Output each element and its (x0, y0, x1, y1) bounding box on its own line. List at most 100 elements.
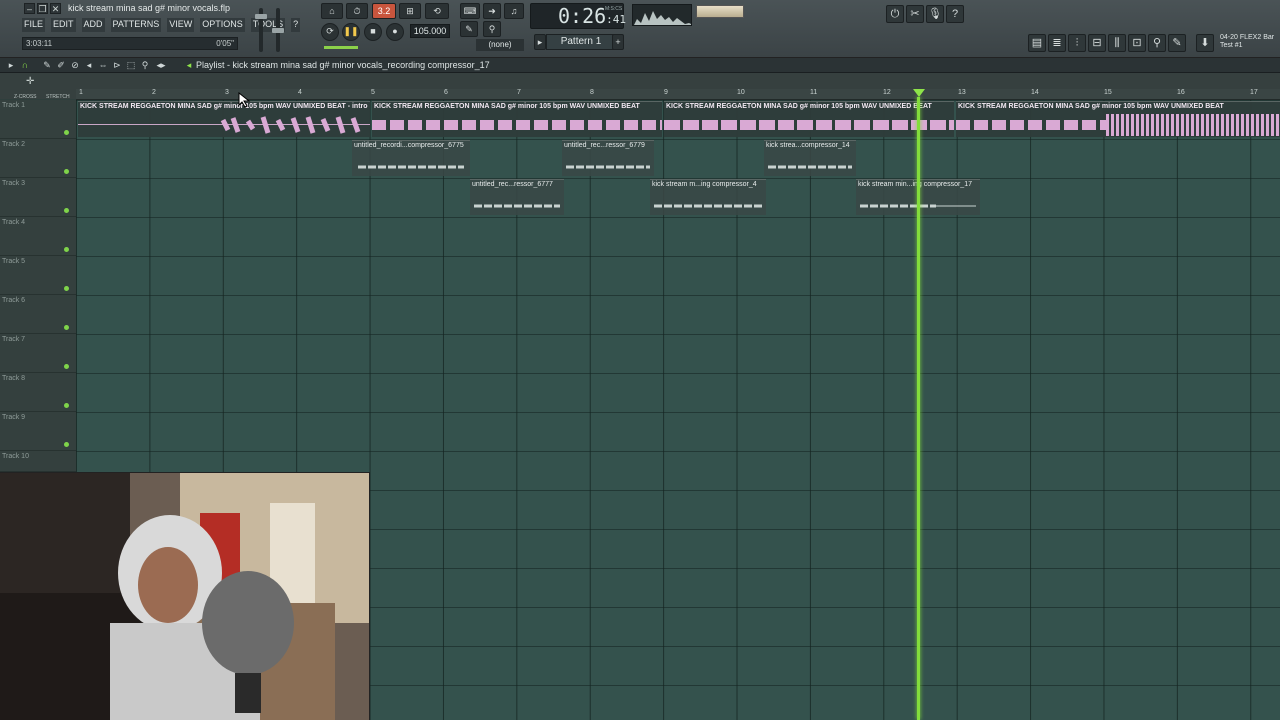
select-icon[interactable]: ⬚ (126, 60, 136, 71)
menu-options[interactable]: OPTIONS (200, 18, 245, 32)
pattern-prev-icon[interactable]: ▸ (534, 34, 546, 50)
countdown-button[interactable]: 3.2 (372, 3, 396, 19)
link-icon[interactable]: ⚲ (483, 21, 501, 37)
track-header-column: Track 1 Track 2 Track 3 Track 4 Track 5 … (0, 100, 76, 472)
track-name: Track 5 (2, 258, 26, 265)
clip-waveform (654, 204, 762, 208)
tempo-display[interactable]: 105.000 (410, 24, 450, 38)
audio-clip[interactable]: KICK STREAM REGGAETON MINA SAD g# minor … (372, 101, 662, 137)
timeline-ruler[interactable]: 1 2 3 4 5 6 7 8 9 10 11 12 13 14 15 16 1… (76, 89, 1280, 100)
news-panel[interactable]: 04-20 FLEX2 Bar Test #1 (1220, 34, 1274, 50)
bar-number: 14 (1031, 89, 1039, 96)
news-line-2: Test #1 (1220, 42, 1243, 49)
swing-bar[interactable] (324, 46, 358, 49)
pattern-selector[interactable]: Pattern 1 (546, 34, 616, 50)
menu-add[interactable]: ADD (81, 18, 105, 32)
track-enable-led[interactable] (64, 208, 69, 213)
pause-button[interactable]: ❚❚ (342, 23, 360, 41)
pat-song-toggle[interactable]: ⟳ (321, 23, 339, 41)
browser-icon[interactable]: ⊟ (1088, 34, 1106, 52)
mixer-icon[interactable]: ♫ (504, 3, 524, 19)
minimize-button[interactable]: – (24, 3, 35, 14)
audio-clip[interactable]: kick stream m...ing compressor_4 (650, 179, 766, 215)
download-icon[interactable]: ⬇ (1196, 34, 1214, 52)
arrow-icon[interactable]: ➜ (483, 3, 501, 19)
plugin-picker-icon[interactable]: ⚲ (1148, 34, 1166, 52)
brush-icon[interactable]: ✐ (56, 60, 66, 71)
track-enable-led[interactable] (64, 364, 69, 369)
wait-icon[interactable]: ⏱ (346, 3, 368, 19)
stop-button[interactable]: ■ (364, 23, 382, 41)
menu-edit[interactable]: EDIT (51, 18, 76, 32)
snap-selector[interactable]: (none) (476, 39, 524, 51)
bar-number: 6 (444, 89, 448, 96)
audio-clip[interactable]: untitled_rec...ressor_6779 (562, 140, 654, 176)
cut-icon[interactable]: ✂ (906, 5, 924, 23)
magnet-icon[interactable]: ∩ (20, 60, 30, 71)
playlist-icon[interactable]: ▤ (1028, 34, 1046, 52)
track-header[interactable]: Track 7 (0, 334, 76, 373)
track-enable-led[interactable] (64, 247, 69, 252)
pencil-icon[interactable]: ✎ (42, 60, 52, 71)
channel-rack-icon[interactable]: ≣ (1048, 34, 1066, 52)
typing-keyboard-icon[interactable]: ⌨ (460, 3, 480, 19)
track-header[interactable]: Track 10 (0, 451, 76, 472)
delete-icon[interactable]: ⊘ (70, 60, 80, 71)
menu-file[interactable]: FILE (22, 18, 46, 32)
menu-patterns[interactable]: PATTERNS (110, 18, 162, 32)
pencil-icon[interactable]: ✎ (460, 21, 478, 37)
mixer-view-icon[interactable]: ⫼ (1108, 34, 1126, 52)
microphone-icon[interactable]: 🎙 (926, 5, 944, 23)
zoom-icon[interactable]: ⚲ (140, 60, 150, 71)
menu-view[interactable]: VIEW (167, 18, 195, 32)
power-icon[interactable]: ⏻ (886, 5, 904, 23)
track-header[interactable]: Track 6 (0, 295, 76, 334)
audio-clip[interactable]: KICK STREAM REGGAETON MINA SAD g# minor … (664, 101, 954, 137)
metronome-icon[interactable]: ⌂ (321, 3, 343, 19)
track-enable-led[interactable] (64, 286, 69, 291)
track-header[interactable]: Track 1 (0, 100, 76, 139)
track-header[interactable]: Track 8 (0, 373, 76, 412)
pattern-add-button[interactable]: + (612, 34, 624, 50)
menu-help[interactable]: ? (291, 18, 301, 32)
master-volume-slider[interactable] (255, 8, 267, 52)
track-header[interactable]: Track 5 (0, 256, 76, 295)
track-enable-led[interactable] (64, 442, 69, 447)
track-header[interactable]: Track 9 (0, 412, 76, 451)
options-arrow-icon[interactable]: ▸ (6, 60, 16, 71)
track-enable-led[interactable] (64, 403, 69, 408)
playhead-line[interactable] (917, 97, 920, 720)
plugin-icon[interactable]: ⊡ (1128, 34, 1146, 52)
slice-icon[interactable]: ⊳ (112, 60, 122, 71)
playhead-marker[interactable] (913, 89, 925, 97)
audio-clip[interactable]: KICK STREAM REGGAETON MINA SAD g# minor … (956, 101, 1280, 137)
track-header[interactable]: Track 3 (0, 178, 76, 217)
speaker-icon[interactable]: ◂ (184, 60, 194, 71)
step-edit-icon[interactable]: ⊞ (399, 3, 421, 19)
move-icon[interactable]: ✛ (26, 76, 34, 87)
record-button[interactable]: ● (386, 23, 404, 41)
close-button[interactable]: ✕ (50, 3, 61, 14)
touch-controller-icon[interactable]: ✎ (1168, 34, 1186, 52)
track-enable-led[interactable] (64, 130, 69, 135)
hint-bar: 3:03:11 0'05" (22, 37, 238, 50)
help-icon[interactable]: ? (946, 5, 964, 23)
piano-roll-icon[interactable]: ⫶ (1068, 34, 1086, 52)
clip-label: untitled_rec...ressor_6779 (564, 142, 645, 149)
time-unit-label: M:S:CS (605, 6, 623, 12)
track-header[interactable]: Track 4 (0, 217, 76, 256)
hint-right: 0'05" (216, 39, 234, 48)
restore-button[interactable]: ❐ (37, 3, 48, 14)
audio-clip[interactable]: untitled_rec...ressor_6777 (470, 179, 564, 215)
track-enable-led[interactable] (64, 325, 69, 330)
audio-clip[interactable]: untitled_recordi...compressor_6775 (352, 140, 470, 176)
track-header[interactable]: Track 2 (0, 139, 76, 178)
playback-icon[interactable]: ◂▸ (156, 60, 166, 71)
master-pitch-slider[interactable] (272, 8, 284, 52)
audio-clip[interactable]: kick strea...compressor_14 (764, 140, 856, 176)
mute-icon[interactable]: ◂ (84, 60, 94, 71)
loop-record-icon[interactable]: ⟲ (425, 3, 449, 19)
audio-clip[interactable]: KICK STREAM REGGAETON MINA SAD g# minor … (78, 101, 370, 137)
slip-icon[interactable]: ⇔ (98, 60, 108, 71)
track-enable-led[interactable] (64, 169, 69, 174)
